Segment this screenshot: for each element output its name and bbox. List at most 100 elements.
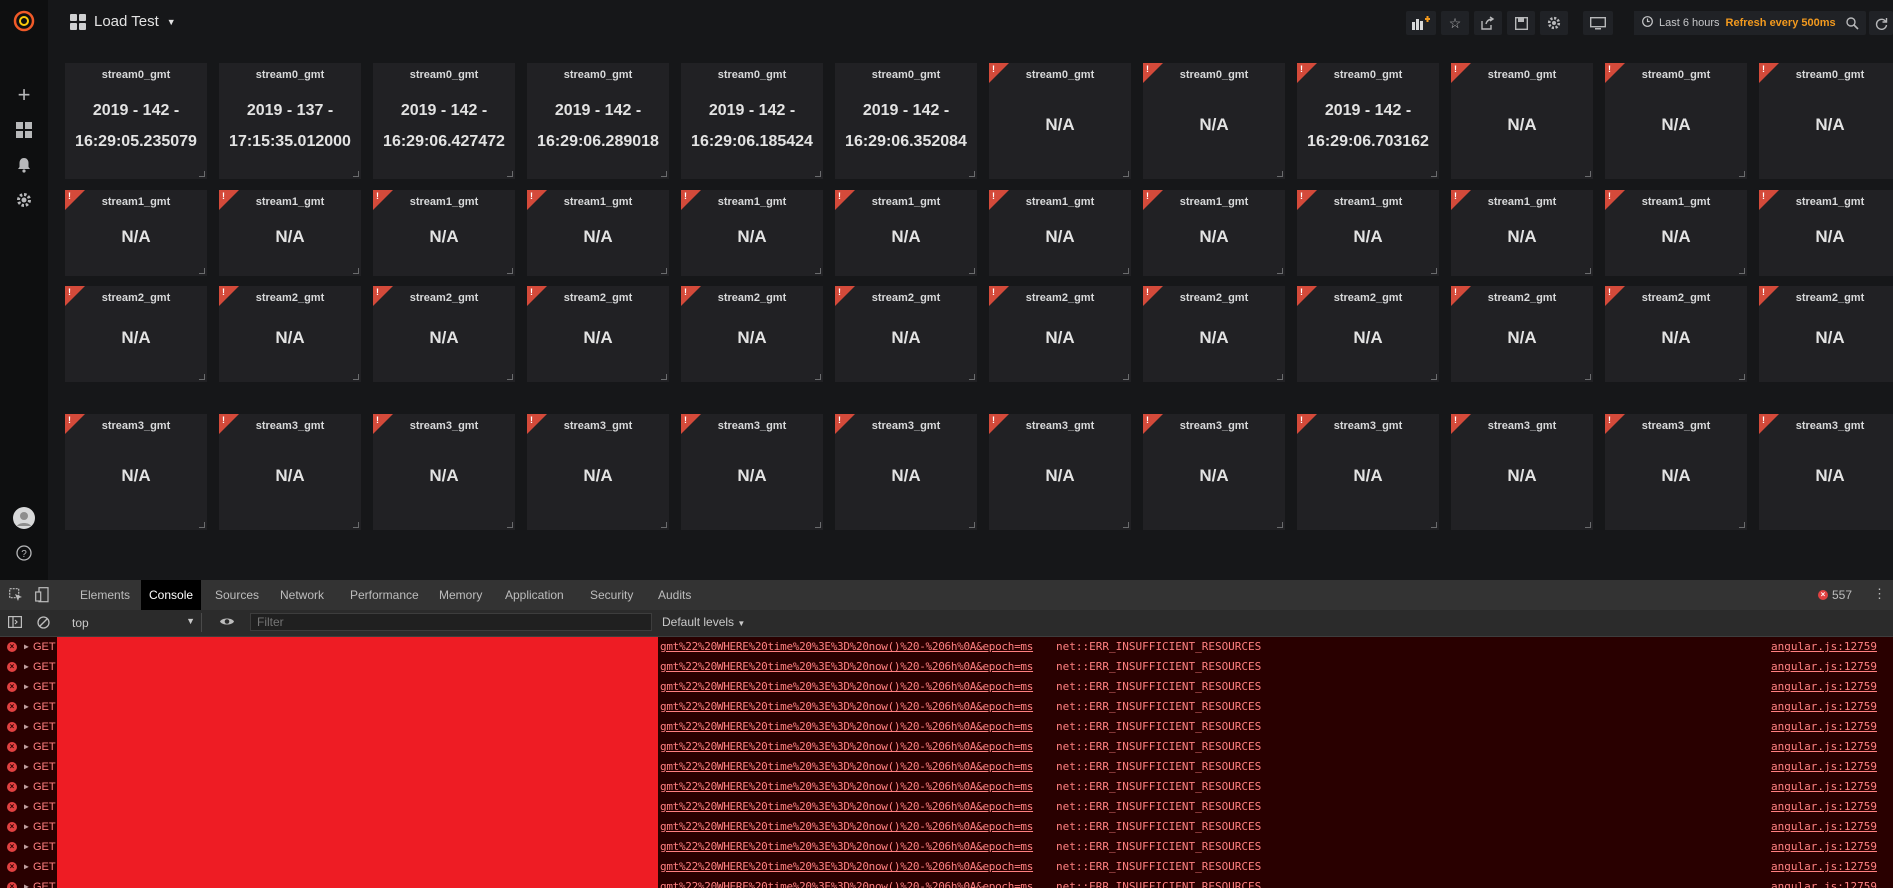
panel-resize-handle[interactable] — [661, 374, 667, 380]
show-sidebar-icon[interactable] — [8, 616, 23, 631]
dashboards-icon[interactable] — [12, 118, 36, 142]
panel-title[interactable]: stream0_gmt — [1297, 69, 1439, 81]
stat-panel[interactable]: ! stream1_gmt N/A — [835, 190, 977, 276]
panel-title[interactable]: stream1_gmt — [219, 196, 361, 208]
panel-resize-handle[interactable] — [507, 522, 513, 528]
panel-resize-handle[interactable] — [199, 374, 205, 380]
stat-panel[interactable]: ! stream1_gmt N/A — [1451, 190, 1593, 276]
request-url-link[interactable]: gmt%22%20WHERE%20time%20%3E%3D%20now()%2… — [660, 677, 1033, 697]
request-url-link[interactable]: gmt%22%20WHERE%20time%20%3E%3D%20now()%2… — [660, 797, 1033, 817]
panel-title[interactable]: stream0_gmt — [989, 69, 1131, 81]
stat-panel[interactable]: ! stream3_gmt N/A — [1143, 414, 1285, 530]
plus-icon[interactable]: + — [12, 82, 36, 107]
panel-title[interactable]: stream3_gmt — [1451, 420, 1593, 432]
panel-title[interactable]: stream1_gmt — [835, 196, 977, 208]
clear-console-icon[interactable] — [37, 616, 50, 632]
panel-title[interactable]: stream2_gmt — [65, 292, 207, 304]
source-link[interactable]: angular.js:12759 — [1771, 737, 1877, 757]
console-filter-input[interactable] — [250, 613, 652, 631]
stat-panel[interactable]: ! stream3_gmt N/A — [1759, 414, 1893, 530]
panel-resize-handle[interactable] — [969, 268, 975, 274]
stat-panel[interactable]: stream0_gmt 2019 - 137 - 17:15:35.012000 — [219, 63, 361, 179]
panel-title[interactable]: stream3_gmt — [989, 420, 1131, 432]
stat-panel[interactable]: ! stream1_gmt N/A — [989, 190, 1131, 276]
zoom-out-button[interactable] — [1838, 11, 1866, 35]
stat-panel[interactable]: ! stream3_gmt N/A — [219, 414, 361, 530]
panel-resize-handle[interactable] — [1585, 171, 1591, 177]
stat-panel[interactable]: ! stream2_gmt N/A — [989, 286, 1131, 382]
panel-title[interactable]: stream1_gmt — [1605, 196, 1747, 208]
panel-title[interactable]: stream2_gmt — [373, 292, 515, 304]
source-link[interactable]: angular.js:12759 — [1771, 777, 1877, 797]
panel-resize-handle[interactable] — [969, 374, 975, 380]
stat-panel[interactable]: stream0_gmt 2019 - 142 - 16:29:06.427472 — [373, 63, 515, 179]
panel-title[interactable]: stream3_gmt — [1297, 420, 1439, 432]
source-link[interactable]: angular.js:12759 — [1771, 717, 1877, 737]
stat-panel[interactable]: ! stream3_gmt N/A — [1297, 414, 1439, 530]
panel-resize-handle[interactable] — [1431, 374, 1437, 380]
panel-title[interactable]: stream2_gmt — [1759, 292, 1893, 304]
panel-title[interactable]: stream1_gmt — [1143, 196, 1285, 208]
panel-resize-handle[interactable] — [1739, 374, 1745, 380]
devtools-tab-audits[interactable]: Audits — [650, 580, 699, 610]
log-levels-dropdown[interactable]: Default levels ▼ — [662, 615, 745, 629]
request-url-link[interactable]: gmt%22%20WHERE%20time%20%3E%3D%20now()%2… — [660, 757, 1033, 777]
panel-title[interactable]: stream1_gmt — [527, 196, 669, 208]
source-link[interactable]: angular.js:12759 — [1771, 637, 1877, 657]
panel-title[interactable]: stream2_gmt — [989, 292, 1131, 304]
panel-title[interactable]: stream0_gmt — [1605, 69, 1747, 81]
devtools-tab-elements[interactable]: Elements — [72, 580, 138, 610]
panel-resize-handle[interactable] — [353, 268, 359, 274]
stat-panel[interactable]: ! stream2_gmt N/A — [1297, 286, 1439, 382]
stat-panel[interactable]: ! stream2_gmt N/A — [835, 286, 977, 382]
stat-panel[interactable]: ! stream0_gmt N/A — [1759, 63, 1893, 179]
panel-resize-handle[interactable] — [1585, 522, 1591, 528]
panel-resize-handle[interactable] — [815, 171, 821, 177]
panel-title[interactable]: stream3_gmt — [373, 420, 515, 432]
stat-panel[interactable]: ! stream3_gmt N/A — [1605, 414, 1747, 530]
stat-panel[interactable]: ! stream3_gmt N/A — [681, 414, 823, 530]
expand-triangle-icon[interactable]: ▶ — [24, 737, 29, 757]
panel-title[interactable]: stream3_gmt — [835, 420, 977, 432]
panel-title[interactable]: stream3_gmt — [65, 420, 207, 432]
panel-title[interactable]: stream2_gmt — [681, 292, 823, 304]
panel-resize-handle[interactable] — [507, 374, 513, 380]
stat-panel[interactable]: ! stream0_gmt N/A — [1451, 63, 1593, 179]
panel-resize-handle[interactable] — [353, 522, 359, 528]
panel-title[interactable]: stream3_gmt — [1143, 420, 1285, 432]
expand-triangle-icon[interactable]: ▶ — [24, 697, 29, 717]
stat-panel[interactable]: ! stream3_gmt N/A — [835, 414, 977, 530]
panel-resize-handle[interactable] — [199, 268, 205, 274]
help-icon[interactable]: ? — [12, 541, 36, 565]
stat-panel[interactable]: ! stream2_gmt N/A — [219, 286, 361, 382]
stat-panel[interactable]: stream0_gmt 2019 - 142 - 16:29:05.235079 — [65, 63, 207, 179]
panel-resize-handle[interactable] — [815, 268, 821, 274]
panel-resize-handle[interactable] — [1585, 268, 1591, 274]
stat-panel[interactable]: ! stream1_gmt N/A — [1605, 190, 1747, 276]
panel-title[interactable]: stream0_gmt — [527, 69, 669, 81]
source-link[interactable]: angular.js:12759 — [1771, 837, 1877, 857]
panel-title[interactable]: stream1_gmt — [65, 196, 207, 208]
stat-panel[interactable]: ! stream1_gmt N/A — [1297, 190, 1439, 276]
panel-resize-handle[interactable] — [199, 171, 205, 177]
panel-title[interactable]: stream1_gmt — [989, 196, 1131, 208]
request-url-link[interactable]: gmt%22%20WHERE%20time%20%3E%3D%20now()%2… — [660, 877, 1033, 888]
panel-resize-handle[interactable] — [1585, 374, 1591, 380]
stat-panel[interactable]: stream0_gmt 2019 - 142 - 16:29:06.289018 — [527, 63, 669, 179]
panel-resize-handle[interactable] — [1123, 522, 1129, 528]
panel-title[interactable]: stream1_gmt — [1297, 196, 1439, 208]
add-panel-button[interactable] — [1406, 11, 1436, 35]
stat-panel[interactable]: ! stream1_gmt N/A — [681, 190, 823, 276]
panel-title[interactable]: stream1_gmt — [1759, 196, 1893, 208]
grafana-logo-icon[interactable] — [12, 9, 36, 33]
expand-triangle-icon[interactable]: ▶ — [24, 837, 29, 857]
panel-title[interactable]: stream2_gmt — [835, 292, 977, 304]
panel-title[interactable]: stream3_gmt — [1605, 420, 1747, 432]
devtools-tab-network[interactable]: Network — [272, 580, 332, 610]
refresh-button[interactable] — [1869, 11, 1893, 35]
expand-triangle-icon[interactable]: ▶ — [24, 657, 29, 677]
stat-panel[interactable]: ! stream3_gmt N/A — [373, 414, 515, 530]
panel-resize-handle[interactable] — [1277, 171, 1283, 177]
stat-panel[interactable]: ! stream2_gmt N/A — [527, 286, 669, 382]
stat-panel[interactable]: ! stream0_gmt N/A — [1605, 63, 1747, 179]
